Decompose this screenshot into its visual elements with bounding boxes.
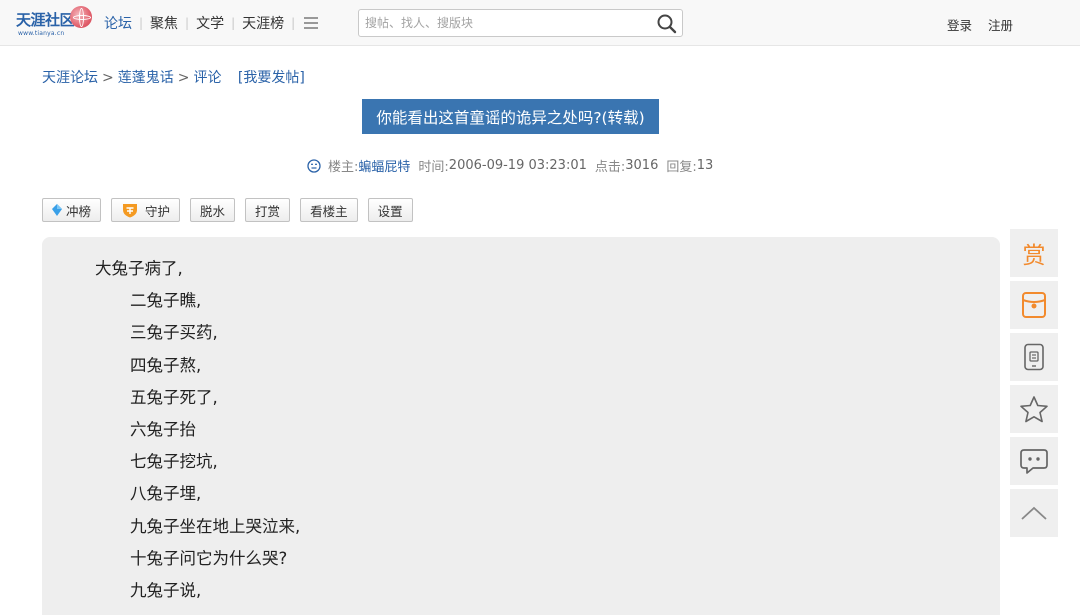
- guard-button[interactable]: 守护: [111, 198, 181, 222]
- star-icon: [1020, 396, 1048, 423]
- post-toolbar: 冲榜 守护 脱水 打赏 看楼主 设置: [42, 198, 413, 222]
- reward-button[interactable]: 打赏: [245, 198, 291, 222]
- side-phone-button[interactable]: [1010, 333, 1058, 381]
- top-header: 天涯社区 www.tianya.cn 论坛 | 聚焦 | 文学 | 天涯榜 | …: [0, 0, 1080, 46]
- chevron-up-icon: [1021, 506, 1047, 520]
- shield-icon: [123, 204, 138, 218]
- breadcrumb-forum[interactable]: 天涯论坛: [42, 70, 98, 86]
- main-nav: 论坛 | 聚焦 | 文学 | 天涯榜 |: [104, 13, 319, 33]
- breadcrumb-separator: >: [102, 70, 114, 86]
- mobile-icon: [1024, 343, 1044, 371]
- breadcrumb: 天涯论坛 > 莲蓬鬼话 > 评论 [我要发帖]: [42, 67, 305, 87]
- nav-divider: |: [291, 16, 296, 30]
- nav-item-focus[interactable]: 聚焦: [150, 13, 178, 33]
- poem-line: 大兔子病了,: [95, 259, 183, 278]
- post-meta: 楼主: 蝙蝠屁特 时间: 2006-09-19 03:23:01 点击: 301…: [307, 156, 721, 175]
- search-input[interactable]: [365, 13, 645, 33]
- click-count: 3016: [625, 158, 659, 173]
- search-icon[interactable]: [656, 13, 678, 35]
- poem-line: 五兔子死了,: [130, 387, 218, 407]
- post-content: 大兔子病了, 二兔子瞧, 三兔子买药, 四兔子熬, 五兔子死了, 六兔子抬 七兔…: [42, 237, 1000, 615]
- side-reward-button[interactable]: 赏: [1010, 229, 1058, 277]
- rank-button[interactable]: 冲榜: [42, 198, 102, 222]
- dehydrate-button[interactable]: 脱水: [190, 198, 236, 222]
- time-label: 时间:: [418, 160, 449, 175]
- guard-label: 守护: [145, 203, 171, 219]
- breadcrumb-separator: >: [177, 70, 190, 86]
- breadcrumb-board[interactable]: 莲蓬鬼话: [118, 70, 174, 86]
- poem-text: 大兔子病了, 二兔子瞧, 三兔子买药, 四兔子熬, 五兔子死了, 六兔子抬 七兔…: [95, 253, 300, 607]
- author-only-button[interactable]: 看楼主: [300, 198, 358, 222]
- nav-item-ranking[interactable]: 天涯榜: [242, 13, 284, 33]
- reply-count: 13: [696, 158, 714, 173]
- poem-line: 八兔子埋,: [130, 484, 202, 504]
- side-action-bar: 赏: [1010, 229, 1058, 541]
- nav-divider: |: [231, 16, 236, 30]
- poem-line: 三兔子买药,: [130, 323, 218, 343]
- logo-text: 天涯社区: [16, 11, 75, 29]
- side-comment-button[interactable]: [1010, 437, 1058, 485]
- settings-button[interactable]: 设置: [367, 198, 413, 222]
- menu-icon[interactable]: [304, 17, 319, 29]
- new-post-link[interactable]: [我要发帖]: [238, 70, 305, 86]
- tianya-logo[interactable]: 天涯社区 www.tianya.cn: [16, 6, 92, 40]
- side-favorite-button[interactable]: [1010, 385, 1058, 433]
- poem-line: 二兔子瞧,: [130, 291, 202, 311]
- nav-item-forum[interactable]: 论坛: [104, 13, 132, 33]
- diamond-icon: [52, 204, 62, 216]
- face-icon: [307, 158, 321, 173]
- side-gift-button[interactable]: [1010, 281, 1058, 329]
- clicks-label: 点击:: [594, 160, 626, 175]
- poem-line: 四兔子熬,: [130, 355, 202, 375]
- chat-bubble-icon: [1020, 449, 1048, 474]
- poem-line: 九兔子说,: [130, 581, 202, 601]
- post-title: 你能看出这首童谣的诡异之处吗?(转载): [362, 99, 659, 134]
- replies-label: 回复:: [666, 160, 697, 175]
- nav-item-literature[interactable]: 文学: [196, 13, 224, 33]
- author-label: 楼主:: [328, 160, 359, 175]
- author-link[interactable]: 蝙蝠屁特: [358, 156, 410, 175]
- nav-divider: |: [139, 16, 144, 30]
- poem-line: 十兔子问它为什么哭?: [130, 548, 288, 568]
- nav-divider: |: [185, 16, 190, 30]
- register-link[interactable]: 注册: [988, 15, 1013, 34]
- poem-line: 六兔子抬: [130, 420, 196, 440]
- auth-links: 登录 注册: [947, 15, 1013, 34]
- rank-label: 冲榜: [66, 203, 92, 219]
- globe-icon: [70, 6, 92, 28]
- poem-line: 九兔子坐在地上哭泣来,: [130, 516, 301, 536]
- login-link[interactable]: 登录: [947, 15, 972, 34]
- breadcrumb-section[interactable]: 评论: [193, 70, 221, 86]
- logo-url: www.tianya.cn: [18, 30, 65, 37]
- search-box: [358, 9, 683, 37]
- reward-icon: 赏: [1022, 243, 1046, 269]
- post-time: 2006-09-19 03:23:01: [448, 158, 587, 173]
- gift-box-icon: [1022, 292, 1046, 318]
- back-to-top-button[interactable]: [1010, 489, 1058, 537]
- poem-line: 七兔子挖坑,: [130, 452, 218, 472]
